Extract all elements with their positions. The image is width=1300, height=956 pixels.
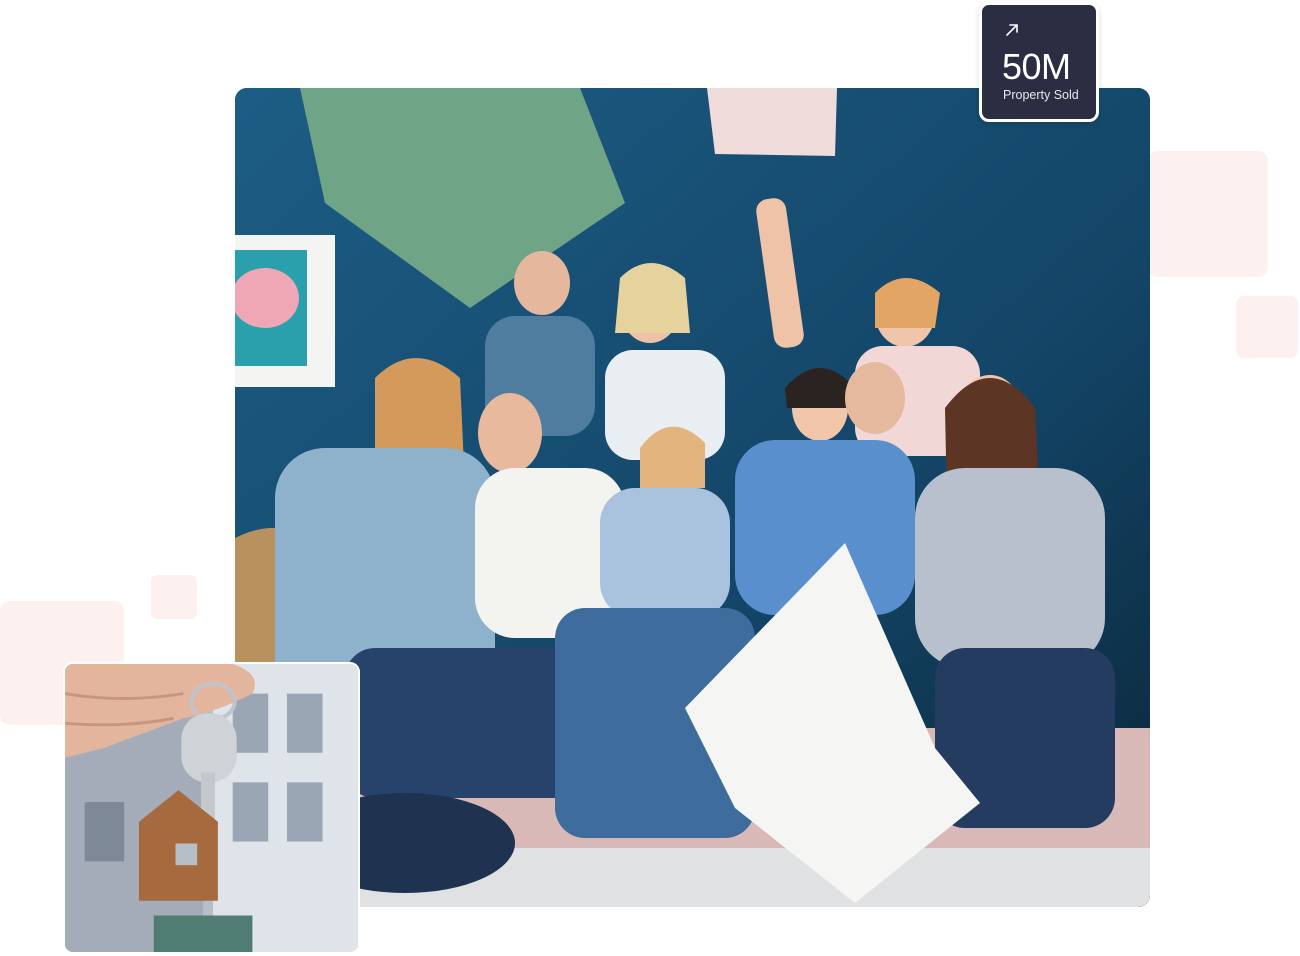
key-illustration: [65, 664, 358, 952]
stat-badge: 50M Property Sold: [979, 2, 1099, 122]
hero-family-photo: [235, 88, 1150, 907]
decor-square-left-small: [151, 575, 197, 619]
stat-label: Property Sold: [1003, 88, 1079, 102]
decor-square-right-small: [1236, 296, 1298, 358]
decor-square-right-large: [1148, 151, 1268, 277]
house-key-photo: [63, 662, 360, 954]
arrow-up-right-icon: [1006, 24, 1018, 36]
family-illustration: [235, 88, 1150, 907]
stat-value: 50M: [1002, 46, 1071, 87]
